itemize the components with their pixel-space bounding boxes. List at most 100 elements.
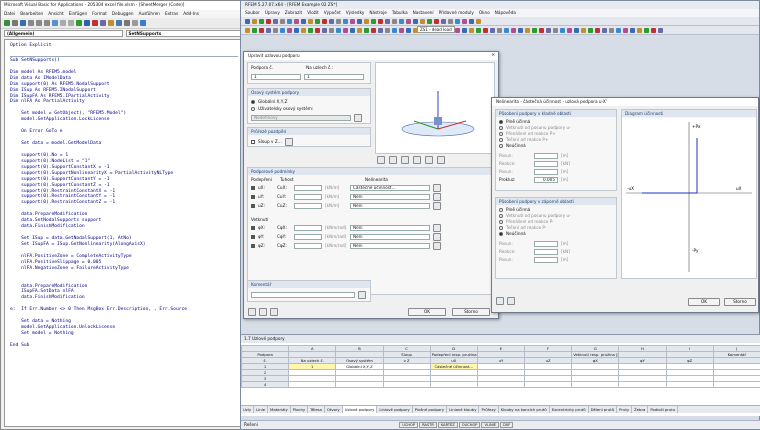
toolbar-icon[interactable] — [266, 27, 271, 33]
stiffness-input[interactable] — [294, 202, 322, 209]
toolbar-icon[interactable] — [336, 18, 341, 24]
toolbar-icon[interactable] — [469, 27, 474, 33]
toolbar-icon[interactable] — [602, 27, 607, 33]
table-tab[interactable]: Uzly — [241, 406, 255, 413]
rfem-menu-item[interactable]: Výpočet — [324, 10, 341, 15]
table-tab[interactable]: Otvory — [325, 406, 343, 413]
stiffness-input[interactable] — [294, 184, 322, 191]
rfem-menu-item[interactable]: Vložit — [307, 10, 319, 15]
view-x-button[interactable] — [389, 156, 397, 164]
rfem-menu-item[interactable]: Nástroje — [369, 10, 386, 15]
zone-field-input[interactable] — [534, 248, 558, 255]
toolbar-icon[interactable] — [322, 27, 327, 33]
view-print-button[interactable] — [437, 156, 445, 164]
table-tab[interactable]: Klouby na koncích prutů — [499, 406, 550, 413]
zone-option-radio[interactable] — [499, 143, 503, 148]
toolbar-icon[interactable] — [448, 18, 453, 24]
zone-option-radio[interactable] — [499, 225, 503, 230]
toolbar-icon[interactable] — [378, 27, 383, 33]
rfem-menu-item[interactable]: Výsledky — [346, 10, 365, 15]
vba-menu-item[interactable]: Add-Ins — [183, 11, 199, 16]
toolbar-icon[interactable] — [329, 18, 334, 24]
toolbar-icon[interactable] — [581, 27, 586, 33]
toolbar-icon[interactable] — [427, 18, 432, 24]
toolbar-icon[interactable] — [357, 18, 362, 24]
toolbar-icon[interactable] — [504, 27, 509, 33]
table-tab[interactable]: Materiály — [268, 406, 291, 413]
toolbox-icon[interactable] — [132, 20, 138, 26]
toolbar-icon[interactable] — [315, 27, 320, 33]
toolbar-icon[interactable] — [245, 27, 250, 33]
toolbar-icon[interactable] — [308, 27, 313, 33]
undo-icon[interactable] — [60, 20, 66, 26]
support-condition-checkbox[interactable] — [251, 243, 255, 248]
column-checkbox[interactable] — [251, 139, 255, 144]
toolbar-icon[interactable] — [392, 27, 397, 33]
rfem-menu-item[interactable]: Nápověda — [495, 10, 516, 15]
table-tab[interactable]: Podloží prutu — [648, 406, 679, 413]
copy-icon[interactable] — [36, 20, 42, 26]
zone-field-input[interactable]: 0.005 — [534, 176, 558, 183]
rfem-menu-item[interactable]: Zobrazit — [285, 10, 302, 15]
vba-menu-item[interactable]: Ausführen — [139, 11, 160, 16]
support-condition-checkbox[interactable] — [251, 185, 255, 190]
nonlinearity-edit-button[interactable] — [433, 223, 441, 232]
table-cell[interactable] — [665, 381, 714, 388]
nonlinearity-select[interactable]: Není — [350, 193, 430, 200]
support-ok-button[interactable]: OK — [408, 308, 446, 316]
stiffness-input[interactable] — [294, 193, 322, 200]
toolbar-icon[interactable] — [616, 27, 621, 33]
toolbar-icon[interactable] — [259, 18, 264, 24]
toolbar-icon[interactable] — [574, 27, 579, 33]
toolbar-icon[interactable] — [266, 18, 271, 24]
toolbar-icon[interactable] — [364, 27, 369, 33]
toolbar-icon[interactable] — [644, 27, 649, 33]
support-no-input[interactable]: 1 — [251, 73, 301, 80]
view-3d-button[interactable] — [377, 156, 385, 164]
toolbar-icon[interactable] — [287, 18, 292, 24]
status-toggle[interactable]: OUCHOP — [458, 422, 481, 428]
support-condition-checkbox[interactable] — [251, 225, 255, 230]
toolbar-icon[interactable] — [511, 27, 516, 33]
toolbar-icon[interactable] — [469, 18, 474, 24]
nodes-input[interactable]: 1 — [304, 73, 364, 80]
toolbar-icon[interactable] — [546, 27, 551, 33]
nonlinearity-edit-button[interactable] — [433, 192, 441, 201]
toolbar-icon[interactable] — [539, 27, 544, 33]
axis-global-radio[interactable] — [251, 99, 255, 104]
support-condition-checkbox[interactable] — [251, 203, 255, 208]
toolbar-icon[interactable] — [308, 18, 313, 24]
nonlinearity-select[interactable]: Není — [350, 202, 430, 209]
toolbar-icon[interactable] — [476, 27, 481, 33]
toolbar-icon[interactable] — [301, 18, 306, 24]
toolbar-icon[interactable] — [378, 18, 383, 24]
toolbar-icon[interactable] — [392, 18, 397, 24]
toolbar-icon[interactable] — [525, 27, 530, 33]
comment-pick-button[interactable] — [358, 290, 366, 299]
help-icon[interactable] — [248, 308, 256, 316]
view-z-button[interactable] — [413, 156, 421, 164]
project-explorer-icon[interactable] — [108, 20, 114, 26]
toolbar-icon[interactable] — [343, 18, 348, 24]
toolbar-icon[interactable] — [259, 27, 264, 33]
insert-module-icon[interactable] — [12, 20, 18, 26]
toolbar-icon[interactable] — [399, 18, 404, 24]
vba-menu-item[interactable]: Format — [92, 11, 107, 16]
toolbar-icon[interactable] — [609, 27, 614, 33]
toolbar-icon[interactable] — [658, 27, 663, 33]
toolbar-icon[interactable] — [455, 18, 460, 24]
toolbar-icon[interactable] — [322, 18, 327, 24]
stiffness-input[interactable] — [294, 224, 322, 231]
table-cell[interactable]: Částečné účinnost... — [429, 363, 478, 370]
toolbar-icon[interactable] — [343, 27, 348, 33]
support-condition-checkbox[interactable] — [251, 234, 255, 239]
toolbar-icon[interactable] — [350, 18, 355, 24]
toolbar-icon[interactable] — [385, 27, 390, 33]
toolbar-icon[interactable] — [252, 18, 257, 24]
stiffness-input[interactable] — [294, 233, 322, 240]
zone-field-input[interactable] — [534, 160, 558, 167]
rfem-menu-item[interactable]: Soubor — [245, 10, 260, 15]
toolbar-icon[interactable] — [245, 18, 250, 24]
toolbar-icon[interactable] — [301, 27, 306, 33]
reset-icon[interactable] — [92, 20, 98, 26]
